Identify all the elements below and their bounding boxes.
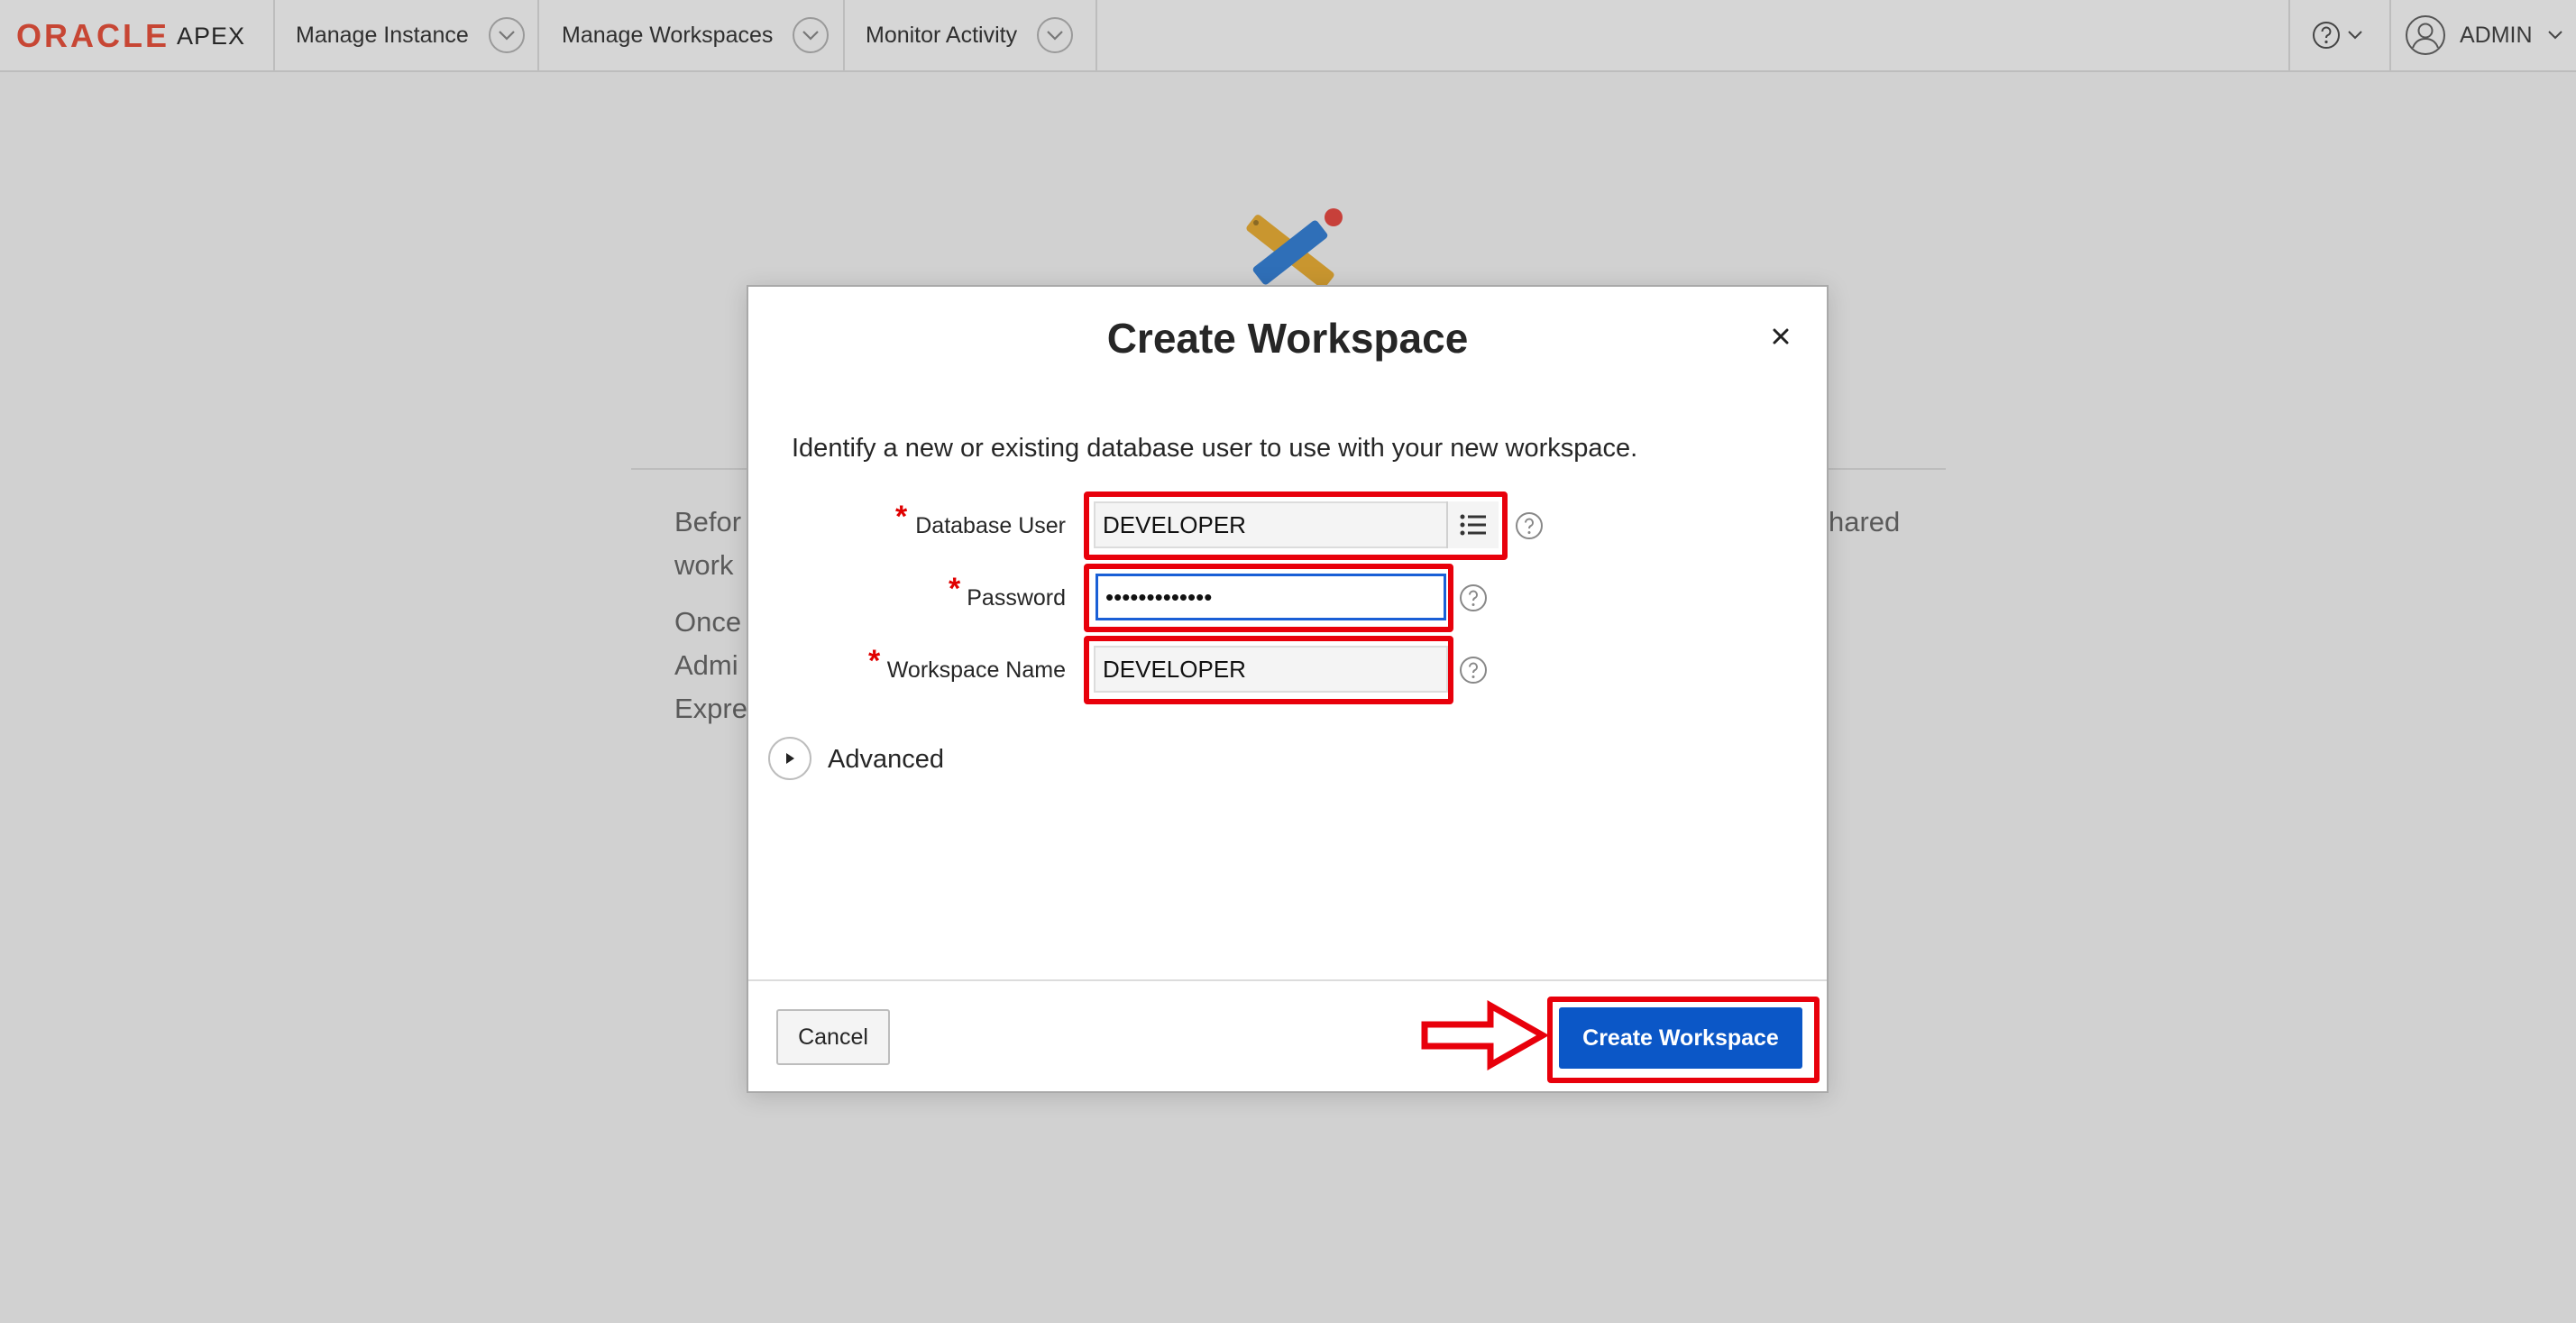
workspace-name-label: Workspace Name	[886, 657, 1066, 683]
dialog-footer-divider	[748, 979, 1827, 981]
caret-right-icon	[786, 753, 794, 764]
nav-divider	[1095, 0, 1097, 70]
help-icon[interactable]	[1459, 656, 1488, 684]
user-menu-button[interactable]: ADMIN	[2404, 0, 2563, 70]
create-workspace-dialog: Create Workspace Identify a new or exist…	[747, 285, 1829, 1093]
background-text: Admi	[674, 649, 738, 681]
workspace-tools-illustration	[1246, 208, 1343, 287]
nav-item-label: Manage Instance	[296, 22, 469, 48]
arrow-right-icon	[1421, 999, 1550, 1071]
close-icon[interactable]	[1767, 323, 1794, 350]
nav-manage-workspaces[interactable]: Manage Workspaces	[562, 0, 830, 70]
cancel-button[interactable]: Cancel	[776, 1009, 890, 1065]
advanced-expand-toggle[interactable]	[768, 737, 811, 780]
password-input[interactable]: •••••••••••••	[1095, 574, 1446, 620]
dialog-title: Create Workspace	[1106, 315, 1469, 362]
database-user-label: Database User	[915, 513, 1066, 538]
password-label: Password	[967, 585, 1066, 611]
background-text: Expre	[674, 693, 747, 724]
background-text: Once	[674, 606, 742, 638]
user-name-label: ADMIN	[2460, 22, 2533, 48]
database-user-input[interactable]: DEVELOPER	[1094, 501, 1456, 548]
nav-divider	[537, 0, 539, 70]
workspace-name-input[interactable]: DEVELOPER	[1094, 646, 1448, 693]
dialog-intro-text: Identify a new or existing database user…	[792, 434, 1638, 463]
nav-item-label: Manage Workspaces	[562, 22, 774, 48]
nav-divider	[2389, 0, 2391, 70]
oracle-apex-logo[interactable]: ORACLE APEX	[16, 17, 246, 54]
chevron-down-icon	[2547, 31, 2562, 40]
help-circle-icon	[2313, 22, 2340, 49]
background-text: hared	[1829, 506, 1901, 537]
nav-divider	[2288, 0, 2290, 70]
user-avatar-icon	[2406, 15, 2445, 55]
chevron-down-icon[interactable]	[1037, 17, 1074, 53]
create-workspace-button[interactable]: Create Workspace	[1559, 1007, 1802, 1069]
list-icon	[1460, 514, 1486, 536]
chevron-down-icon	[2348, 31, 2362, 40]
nav-divider	[843, 0, 845, 70]
nav-manage-instance[interactable]: Manage Instance	[296, 0, 525, 70]
required-marker: *	[895, 500, 908, 534]
background-text: Befor	[674, 506, 742, 537]
advanced-section-label[interactable]: Advanced	[828, 745, 944, 775]
logo-product-text: APEX	[177, 22, 246, 50]
background-text: work	[674, 549, 734, 581]
nav-monitor-activity[interactable]: Monitor Activity	[866, 0, 1074, 70]
help-icon[interactable]	[1515, 511, 1544, 540]
list-of-values-button[interactable]	[1446, 501, 1499, 548]
logo-brand-text: ORACLE	[16, 17, 170, 54]
chevron-down-icon[interactable]	[488, 17, 525, 53]
nav-divider	[273, 0, 275, 70]
nav-item-label: Monitor Activity	[866, 22, 1018, 48]
help-icon[interactable]	[1459, 583, 1488, 612]
chevron-down-icon[interactable]	[793, 17, 830, 53]
top-navigation-bar: ORACLE APEX Manage Instance Manage Works…	[0, 0, 2576, 72]
help-menu-button[interactable]	[2311, 0, 2363, 70]
